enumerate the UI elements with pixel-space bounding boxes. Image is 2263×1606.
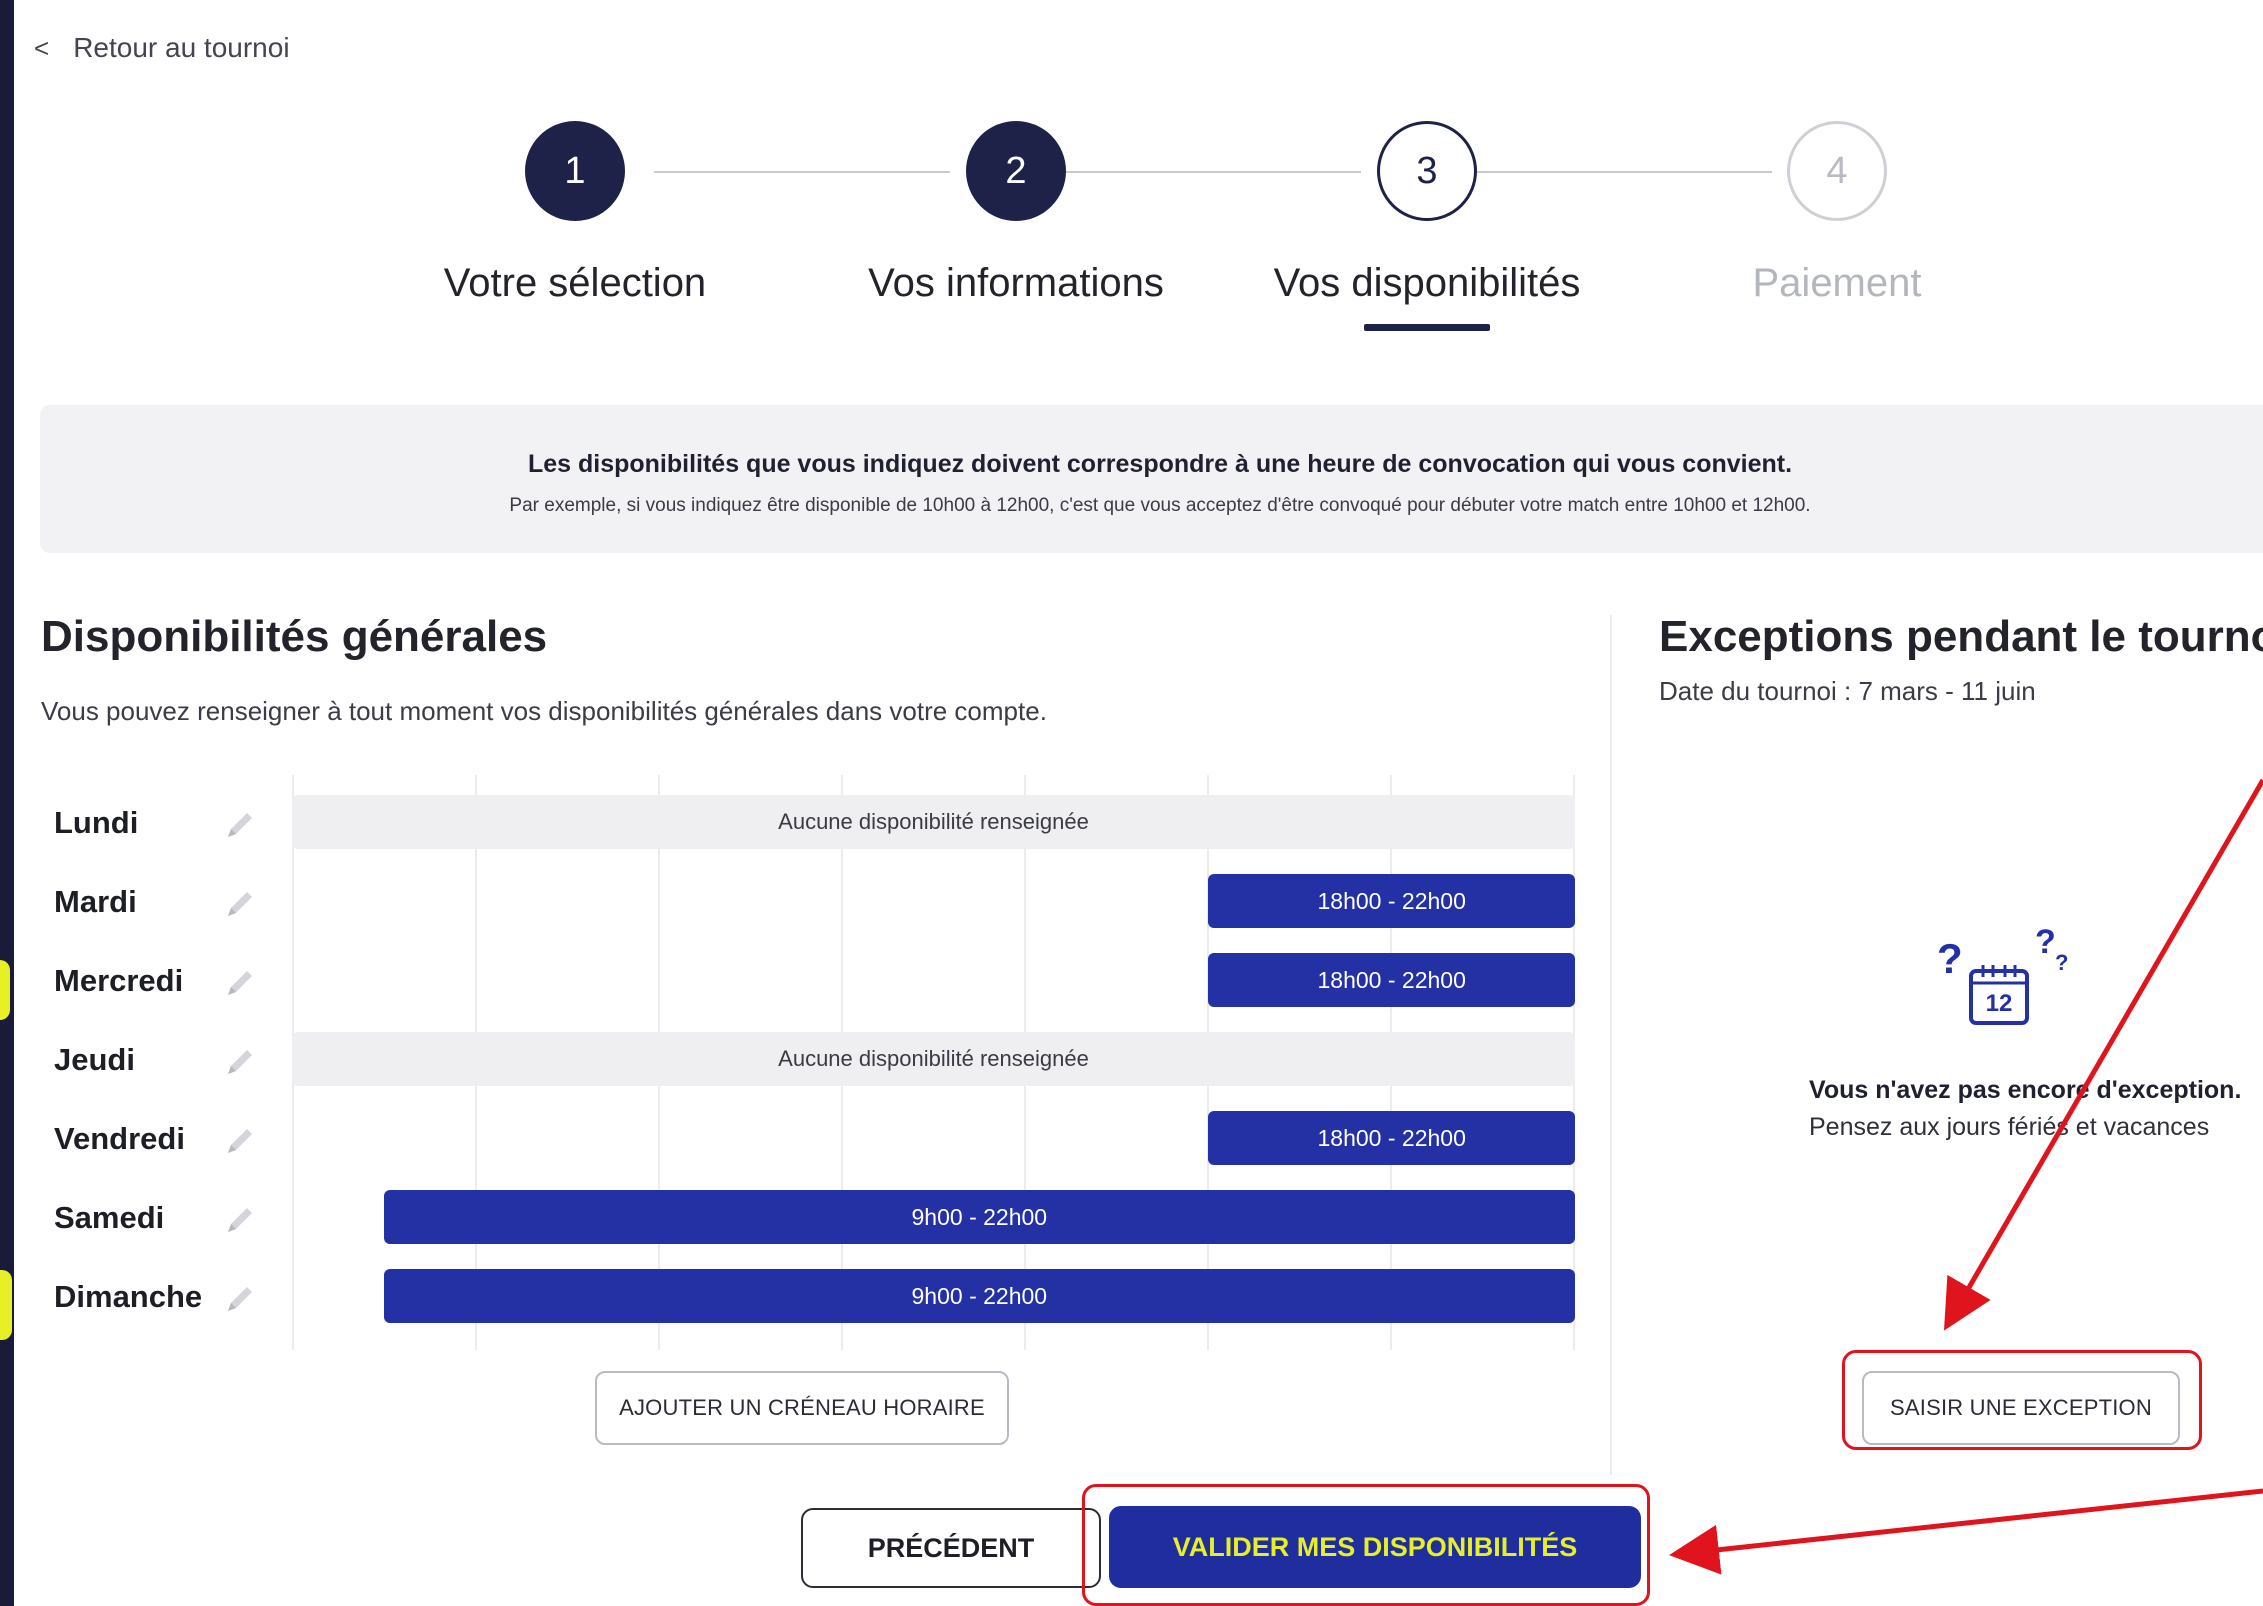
left-accent-stripe [0,1270,12,1340]
arrow-to-validate-button [1669,1488,2263,1575]
page-card: < Retour au tournoi 1 Votre sélection 2 … [14,0,2263,1606]
left-accent-stripe [0,960,10,1020]
arrow-to-exception-button [1943,778,2263,1331]
annotation-arrows [1669,778,2263,1575]
